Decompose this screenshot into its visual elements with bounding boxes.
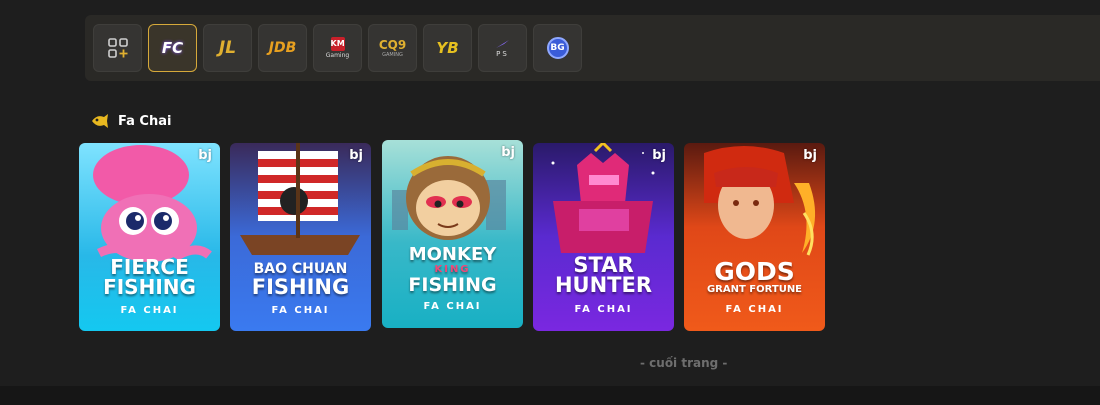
- bj-badge: bj: [349, 148, 363, 163]
- game-title-line2: FISHING: [103, 275, 196, 299]
- provider-jdb-button[interactable]: JDB: [258, 24, 307, 72]
- game-card-monkey-king-fishing[interactable]: bj MONKEY KING FISHING FA CHAI: [382, 140, 523, 328]
- game-card-bao-chuan-fishing[interactable]: bj BAO CHUAN FISHING FA CHAI: [230, 143, 371, 331]
- game-provider-label: FA CHAI: [725, 304, 784, 315]
- game-title-line2: GRANT FORTUNE: [706, 284, 803, 295]
- provider-jl-button[interactable]: JL: [203, 24, 252, 72]
- provider-yb-button[interactable]: YB: [423, 24, 472, 72]
- jdb-logo: JDB: [268, 40, 297, 56]
- game-provider-label: FA CHAI: [574, 304, 633, 315]
- bg-logo: BG: [546, 37, 569, 59]
- game-provider-label: FA CHAI: [423, 301, 482, 312]
- cq9-sub-label: GAMING: [382, 52, 403, 58]
- game-title-line2: FISHING: [251, 275, 350, 299]
- game-card-fierce-fishing[interactable]: bj FIERCE FISHING FA CHAI: [79, 143, 220, 331]
- end-of-page-text: - cuối trang -: [640, 356, 728, 370]
- jl-logo: JL: [218, 38, 237, 58]
- bj-badge: bj: [501, 145, 515, 160]
- km-sub-label: Gaming: [325, 52, 350, 59]
- ps-logo: PS: [496, 49, 509, 58]
- km-logo: KM: [330, 37, 345, 51]
- provider-bg-button[interactable]: BG: [533, 24, 582, 72]
- game-title-line1: MONKEY: [408, 244, 497, 265]
- gods-grant-fortune-artwork: [684, 143, 825, 331]
- game-card-gods-grant-fortune[interactable]: bj GODS GRANT FORTUNE FA CHAI: [684, 143, 825, 331]
- provider-ps-button[interactable]: PS: [478, 24, 527, 72]
- section-title: Fa Chai: [118, 113, 172, 129]
- game-provider-label: FA CHAI: [271, 305, 330, 316]
- yb-logo: YB: [436, 39, 459, 57]
- game-title-line1: GODS: [714, 257, 795, 286]
- bj-badge: bj: [198, 148, 212, 163]
- game-provider-label: FA CHAI: [120, 305, 179, 316]
- bao-chuan-fishing-artwork: [230, 143, 371, 331]
- grid-add-icon: [107, 38, 128, 58]
- bj-badge: bj: [652, 148, 666, 163]
- provider-fc-button[interactable]: FC: [148, 24, 197, 72]
- monkey-king-fishing-artwork: [382, 140, 523, 328]
- game-title-line2: HUNTER: [554, 273, 653, 297]
- fish-icon: [92, 114, 108, 128]
- bottom-strip: [0, 386, 1100, 405]
- ps-arrow-icon: [495, 39, 509, 48]
- provider-km-button[interactable]: KM Gaming: [313, 24, 362, 72]
- cq9-logo: CQ9: [378, 38, 407, 52]
- star-hunter-artwork: [533, 143, 674, 331]
- provider-cq9-button[interactable]: CQ9 GAMING: [368, 24, 417, 72]
- fierce-fishing-artwork: [79, 143, 220, 331]
- provider-filter-bar: FC JL JDB KM Gaming CQ9 GAMING YB PS BG: [85, 15, 1100, 81]
- bj-badge: bj: [803, 148, 817, 163]
- game-card-star-hunter[interactable]: bj STAR HUNTER FA CHAI: [533, 143, 674, 331]
- fc-logo: FC: [161, 39, 184, 57]
- provider-all-button[interactable]: [93, 24, 142, 72]
- section-header: Fa Chai: [90, 112, 171, 130]
- game-title-line3: FISHING: [408, 274, 497, 296]
